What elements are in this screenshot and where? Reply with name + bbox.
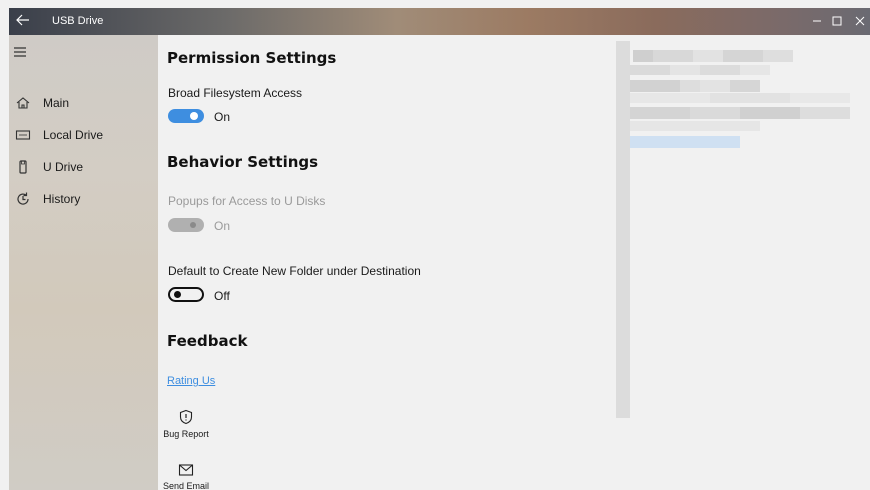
sidebar-item-history[interactable]: History [9, 186, 158, 212]
sidebar-item-u-drive[interactable]: U Drive [9, 154, 158, 180]
hamburger-icon[interactable] [13, 45, 31, 59]
send-email-button[interactable]: Send Email [156, 463, 216, 490]
new-folder-toggle[interactable] [168, 287, 204, 302]
toggle-knob [190, 112, 198, 120]
behavior-settings-heading: Behavior Settings [167, 153, 319, 171]
new-folder-state: Off [214, 289, 230, 303]
popups-toggle[interactable] [168, 218, 204, 232]
email-icon [156, 463, 216, 477]
app-window: USB Drive Main Local Drive U Drive Histo… [9, 8, 870, 490]
drive-icon [15, 127, 31, 143]
settings-pane: Permission Settings Broad Filesystem Acc… [158, 35, 870, 490]
popups-label: Popups for Access to U Disks [168, 194, 326, 208]
broad-access-state: On [214, 110, 231, 124]
broad-access-toggle[interactable] [168, 109, 204, 123]
permission-settings-heading: Permission Settings [167, 49, 337, 67]
history-icon [15, 191, 31, 207]
usb-icon [15, 159, 31, 175]
sidebar-item-label: History [43, 192, 81, 206]
window-title: USB Drive [52, 15, 104, 27]
broad-access-label: Broad Filesystem Access [168, 86, 303, 100]
send-email-label: Send Email [162, 481, 210, 490]
sidebar-item-local-drive[interactable]: Local Drive [9, 122, 158, 148]
close-icon[interactable] [844, 10, 870, 32]
feedback-heading: Feedback [167, 332, 248, 350]
title-bar: USB Drive [9, 8, 870, 35]
sidebar-item-label: Local Drive [43, 128, 104, 142]
sidebar-item-label: Main [43, 96, 70, 110]
bug-report-icon [156, 409, 216, 425]
toggle-knob [174, 291, 181, 298]
home-icon [15, 95, 31, 111]
bug-report-label: Bug Report [163, 429, 209, 439]
rating-us-link[interactable]: Rating Us [167, 375, 215, 387]
sidebar-item-main[interactable]: Main [9, 90, 158, 116]
toggle-knob [190, 222, 196, 228]
new-folder-label: Default to Create New Folder under Desti… [168, 264, 421, 278]
popups-state: On [214, 219, 231, 233]
bug-report-button[interactable]: Bug Report [156, 409, 216, 439]
sidebar-item-label: U Drive [43, 160, 84, 174]
back-arrow-icon[interactable] [15, 13, 35, 31]
sidebar: Main Local Drive U Drive History [9, 35, 158, 490]
